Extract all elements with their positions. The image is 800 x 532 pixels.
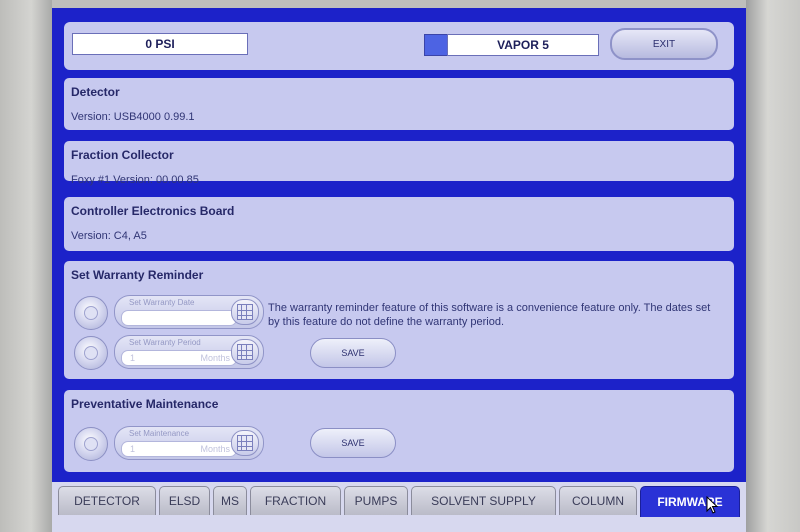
controller-version: Version: C4, A5	[71, 230, 147, 242]
tab-detector[interactable]: DETECTOR	[58, 486, 156, 515]
tab-pumps[interactable]: PUMPS	[344, 486, 408, 515]
status-header: 0 PSI VAPOR 5 EXIT	[64, 22, 734, 70]
tab-elsd[interactable]: ELSD	[159, 486, 210, 515]
tab-column[interactable]: COLUMN	[559, 486, 637, 515]
controller-title: Controller Electronics Board	[71, 204, 235, 218]
warranty-period-radio[interactable]	[74, 336, 108, 370]
warranty-date-input[interactable]	[121, 310, 237, 326]
detector-version: Version: USB4000 0.99.1	[71, 111, 195, 123]
maintenance-panel: Preventative Maintenance Set Maintenance…	[64, 390, 734, 472]
warranty-notice: The warranty reminder feature of this so…	[268, 302, 711, 328]
fraction-collector-panel: Fraction Collector Foxy #1 Version: 00.0…	[64, 141, 734, 186]
monitor-bezel-right	[746, 0, 800, 532]
mouse-pointer-icon	[706, 496, 719, 514]
detector-title: Detector	[71, 85, 120, 99]
maintenance-interval-label: Set Maintenance	[129, 429, 190, 438]
monitor-bezel-top	[0, 0, 800, 8]
warranty-period-field[interactable]: Set Warranty Period 1 Months	[114, 335, 264, 369]
warranty-date-field[interactable]: Set Warranty Date	[114, 295, 264, 329]
controller-panel: Controller Electronics Board Version: C4…	[64, 197, 734, 251]
pressure-readout: 0 PSI	[72, 33, 248, 55]
maintenance-interval-input[interactable]: 1 Months	[121, 441, 237, 457]
tab-ms[interactable]: MS	[213, 486, 247, 515]
tab-bar: DETECTOR ELSD MS FRACTION PUMPS SOLVENT …	[52, 482, 746, 532]
warranty-period-input[interactable]: 1 Months	[121, 350, 237, 366]
keypad-icon[interactable]	[231, 430, 259, 456]
touch-screen: 0 PSI VAPOR 5 EXIT Detector Version: USB…	[52, 8, 746, 532]
warranty-panel: Set Warranty Reminder Set Warranty Date …	[64, 261, 734, 379]
fraction-collector-version: Foxy #1 Version: 00.00.85	[71, 174, 199, 186]
warranty-date-label: Set Warranty Date	[129, 298, 195, 307]
maintenance-interval-field[interactable]: Set Maintenance 1 Months	[114, 426, 264, 460]
exit-button[interactable]: EXIT	[610, 28, 718, 60]
warranty-save-button[interactable]: SAVE	[310, 338, 396, 368]
tab-solvent-supply[interactable]: SOLVENT SUPPLY	[411, 486, 556, 515]
maintenance-title: Preventative Maintenance	[71, 397, 219, 411]
calendar-icon[interactable]	[231, 299, 259, 325]
instrument-color-swatch	[424, 34, 448, 56]
warranty-date-radio[interactable]	[74, 296, 108, 330]
tab-firmware[interactable]: FIRMWARE	[640, 486, 740, 517]
warranty-period-label: Set Warranty Period	[129, 338, 201, 347]
keypad-icon[interactable]	[231, 339, 259, 365]
maintenance-save-button[interactable]: SAVE	[310, 428, 396, 458]
maintenance-interval-value: 1	[130, 444, 136, 454]
fraction-collector-title: Fraction Collector	[71, 148, 174, 162]
monitor-bezel-left	[0, 0, 52, 532]
maintenance-radio[interactable]	[74, 427, 108, 461]
warranty-period-unit: Months	[200, 353, 230, 363]
warranty-period-value: 1	[130, 353, 136, 363]
tab-fraction[interactable]: FRACTION	[250, 486, 341, 515]
detector-panel: Detector Version: USB4000 0.99.1	[64, 78, 734, 130]
warranty-title: Set Warranty Reminder	[71, 268, 204, 282]
instrument-name: VAPOR 5	[447, 34, 599, 56]
maintenance-interval-unit: Months	[200, 444, 230, 454]
